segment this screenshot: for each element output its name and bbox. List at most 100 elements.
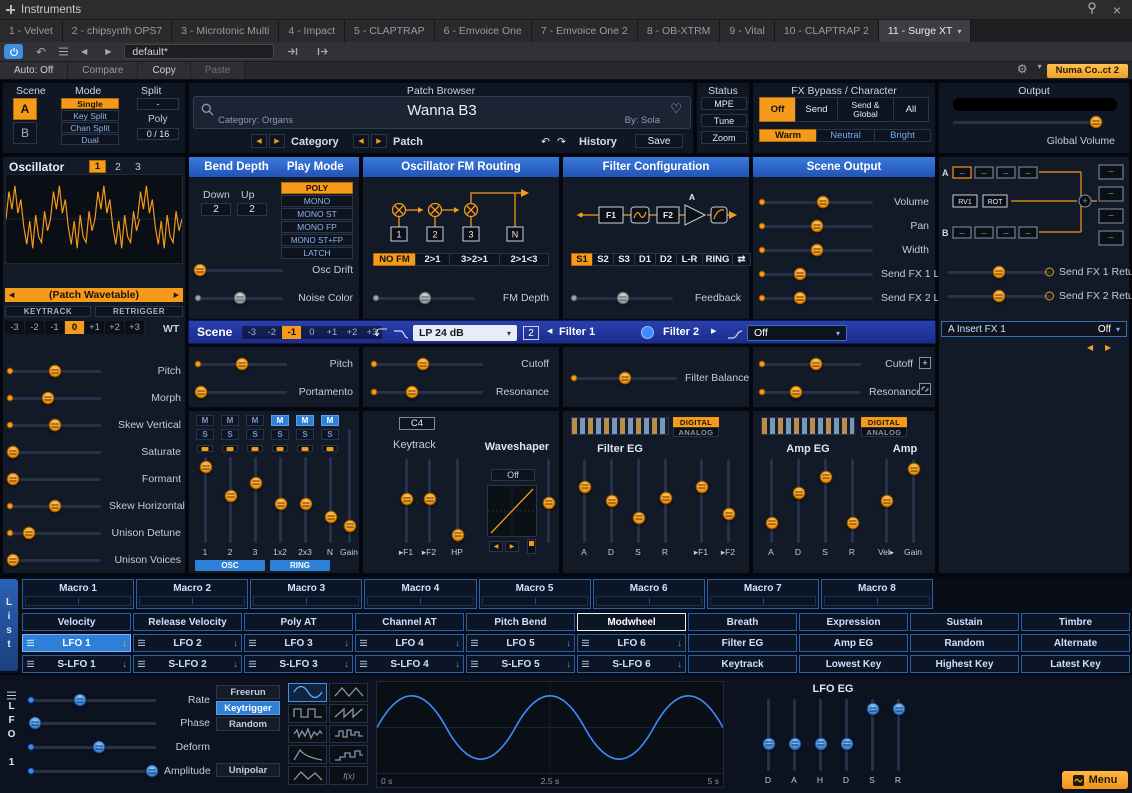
keytrack-f2-slider[interactable] [428, 459, 431, 543]
send-fx1-level-slider[interactable]: Send FX 1 Level [761, 267, 929, 281]
filter-eg-to-f1-slider[interactable] [700, 459, 703, 543]
mod-slfo3[interactable]: S-LFO 3↓ [244, 655, 353, 673]
fx-next-icon[interactable]: ▶ [1105, 343, 1111, 352]
menu-lines-icon[interactable] [360, 663, 367, 664]
filter-eg-digital-toggle[interactable]: DIGITAL [673, 417, 719, 427]
instrument-tab-11-selected[interactable]: 11 - Surge XT▾ [879, 20, 972, 42]
vel-to-gain-slider[interactable] [885, 459, 888, 543]
global-volume-slider[interactable] [953, 115, 1117, 129]
lfo-shape-triangle[interactable] [329, 683, 368, 702]
fx-bypass-off-button[interactable]: Off [759, 97, 795, 122]
octave-plus-3[interactable]: +3 [125, 321, 145, 334]
mute-osc1-button[interactable]: M [196, 415, 214, 426]
filter-eg-release-slider[interactable] [664, 459, 667, 543]
menu-lines-icon[interactable] [582, 663, 589, 664]
menu-lines-icon[interactable] [360, 642, 367, 643]
mod-slfo2[interactable]: S-LFO 2↓ [133, 655, 242, 673]
octave-0[interactable]: 0 [65, 321, 85, 334]
preset-selector[interactable]: default* [124, 44, 274, 59]
send-fx2-level-slider[interactable]: Send FX 2 Level [761, 291, 929, 305]
scene-octave-minus3[interactable]: -3 [242, 326, 262, 339]
lfo-freerun-button[interactable]: Freerun [216, 685, 280, 699]
waveshaper-switch[interactable] [527, 539, 536, 554]
copy-button[interactable]: Copy [138, 62, 190, 79]
fm-route-3to2to1[interactable]: 3>2>1 [449, 253, 499, 266]
filter-eg-sustain-slider[interactable] [637, 459, 640, 543]
octave-minus-3[interactable]: -3 [5, 321, 25, 334]
filter-eg-decay-slider[interactable] [610, 459, 613, 543]
mod-amp-eg[interactable]: Amp EG [799, 634, 908, 652]
mod-slfo1[interactable]: S-LFO 1↓ [22, 655, 131, 673]
lfo-shape-sine-selected[interactable] [288, 683, 327, 702]
fx-routing-diagram[interactable]: A B RV1 ROT –––– –––– –––– + [939, 161, 1131, 253]
patch-nav-label[interactable]: Patch [393, 136, 423, 148]
tune-button[interactable]: Tune [701, 114, 747, 127]
bend-down-value[interactable]: 2 [201, 203, 231, 216]
noise-color-slider[interactable]: Noise Color [197, 291, 353, 305]
send-fx1-return-slider[interactable]: Send FX 1 Return [947, 265, 1125, 279]
master-volume-meter[interactable] [953, 98, 1117, 111]
filter1-cutoff-slider[interactable]: Cutoff [373, 357, 549, 371]
lfo-menu-icon[interactable] [7, 683, 16, 701]
route-ring12[interactable] [272, 445, 288, 452]
menu-lines-icon[interactable] [138, 663, 145, 664]
level-osc3-fader[interactable] [254, 457, 257, 543]
undo-icon[interactable]: ↶ [541, 136, 550, 148]
wt-mode-label[interactable]: WT [163, 323, 179, 335]
bend-up-value[interactable]: 2 [237, 203, 267, 216]
mod-slfo6[interactable]: S-LFO 6↓ [577, 655, 686, 673]
prev-preset-icon[interactable]: ◀ [76, 47, 92, 56]
arrow-down-icon[interactable]: ↓ [123, 638, 128, 648]
mod-expression[interactable]: Expression [799, 613, 908, 631]
keytrack-toggle[interactable]: KEYTRACK [5, 306, 91, 317]
scene-octave-plus1[interactable]: +1 [322, 326, 342, 339]
filter-eg-to-f2-slider[interactable] [727, 459, 730, 543]
undo-icon[interactable]: ↶ [31, 45, 51, 59]
level-ring23-fader[interactable] [304, 457, 307, 543]
play-mode-mono[interactable]: MONO [281, 195, 353, 207]
osc-formant-slider[interactable]: Formant [9, 472, 181, 486]
mute-ring23-button[interactable]: M [296, 415, 314, 426]
mod-release-velocity[interactable]: Release Velocity [133, 613, 242, 631]
mute-ring12-button[interactable]: M [271, 415, 289, 426]
fm-route-none[interactable]: NO FM [373, 253, 415, 266]
mod-modwheel-selected[interactable]: Modwheel [577, 613, 686, 631]
close-icon[interactable]: × [1108, 2, 1126, 18]
automation-mode-button[interactable]: Auto: Off [0, 62, 68, 79]
play-mode-mono-st[interactable]: MONO ST [281, 208, 353, 220]
character-neutral-button[interactable]: Neutral [816, 129, 874, 142]
wavetable-selector[interactable]: ◀ (Patch Wavetable) ▶ [5, 288, 183, 302]
mod-breath[interactable]: Breath [688, 613, 797, 631]
filter1-subtype-button[interactable]: 2 [523, 326, 539, 340]
mod-timbre[interactable]: Timbre [1021, 613, 1130, 631]
macro-5[interactable]: Macro 5 [479, 579, 591, 609]
mode-dual-button[interactable]: Dual [61, 134, 119, 145]
arrow-down-icon[interactable]: ↓ [456, 659, 461, 669]
character-warm-button[interactable]: Warm [759, 129, 816, 142]
solo-ring12-button[interactable]: S [271, 429, 289, 440]
arrow-down-icon[interactable]: ↓ [123, 659, 128, 669]
macro-value-strip[interactable] [253, 596, 359, 606]
width-slider[interactable]: Width [761, 243, 929, 257]
mod-poly-at[interactable]: Poly AT [244, 613, 353, 631]
chevron-down-icon[interactable]: ▾ [1033, 62, 1047, 79]
lfo-shape-mseg[interactable] [288, 766, 327, 785]
octave-minus-2[interactable]: -2 [25, 321, 45, 334]
macro-7[interactable]: Macro 7 [707, 579, 819, 609]
mod-sustain[interactable]: Sustain [910, 613, 1019, 631]
instrument-tab-7[interactable]: 7 - Emvoice One 2 [532, 20, 638, 42]
mod-slfo4[interactable]: S-LFO 4↓ [355, 655, 464, 673]
insert-fx-selector[interactable]: A Insert FX 1 Off ▾ [941, 321, 1127, 337]
feedback-slider[interactable]: Feedback [573, 291, 741, 305]
mod-lfo3[interactable]: LFO 3↓ [244, 634, 353, 652]
redo-icon[interactable]: ↷ [557, 136, 566, 148]
menu-lines-icon[interactable] [249, 642, 256, 643]
instrument-tab-6[interactable]: 6 - Emvoice One [435, 20, 532, 42]
filter-route-icon[interactable] [641, 326, 654, 339]
poly-count-value[interactable]: 0 / 16 [137, 128, 179, 140]
menu-lines-icon[interactable] [471, 642, 478, 643]
history-button[interactable]: History [579, 136, 617, 148]
retrigger-toggle[interactable]: RETRIGGER [95, 306, 183, 317]
octave-minus-1[interactable]: -1 [45, 321, 65, 334]
fx-prev-icon[interactable]: ◀ [1087, 343, 1093, 352]
